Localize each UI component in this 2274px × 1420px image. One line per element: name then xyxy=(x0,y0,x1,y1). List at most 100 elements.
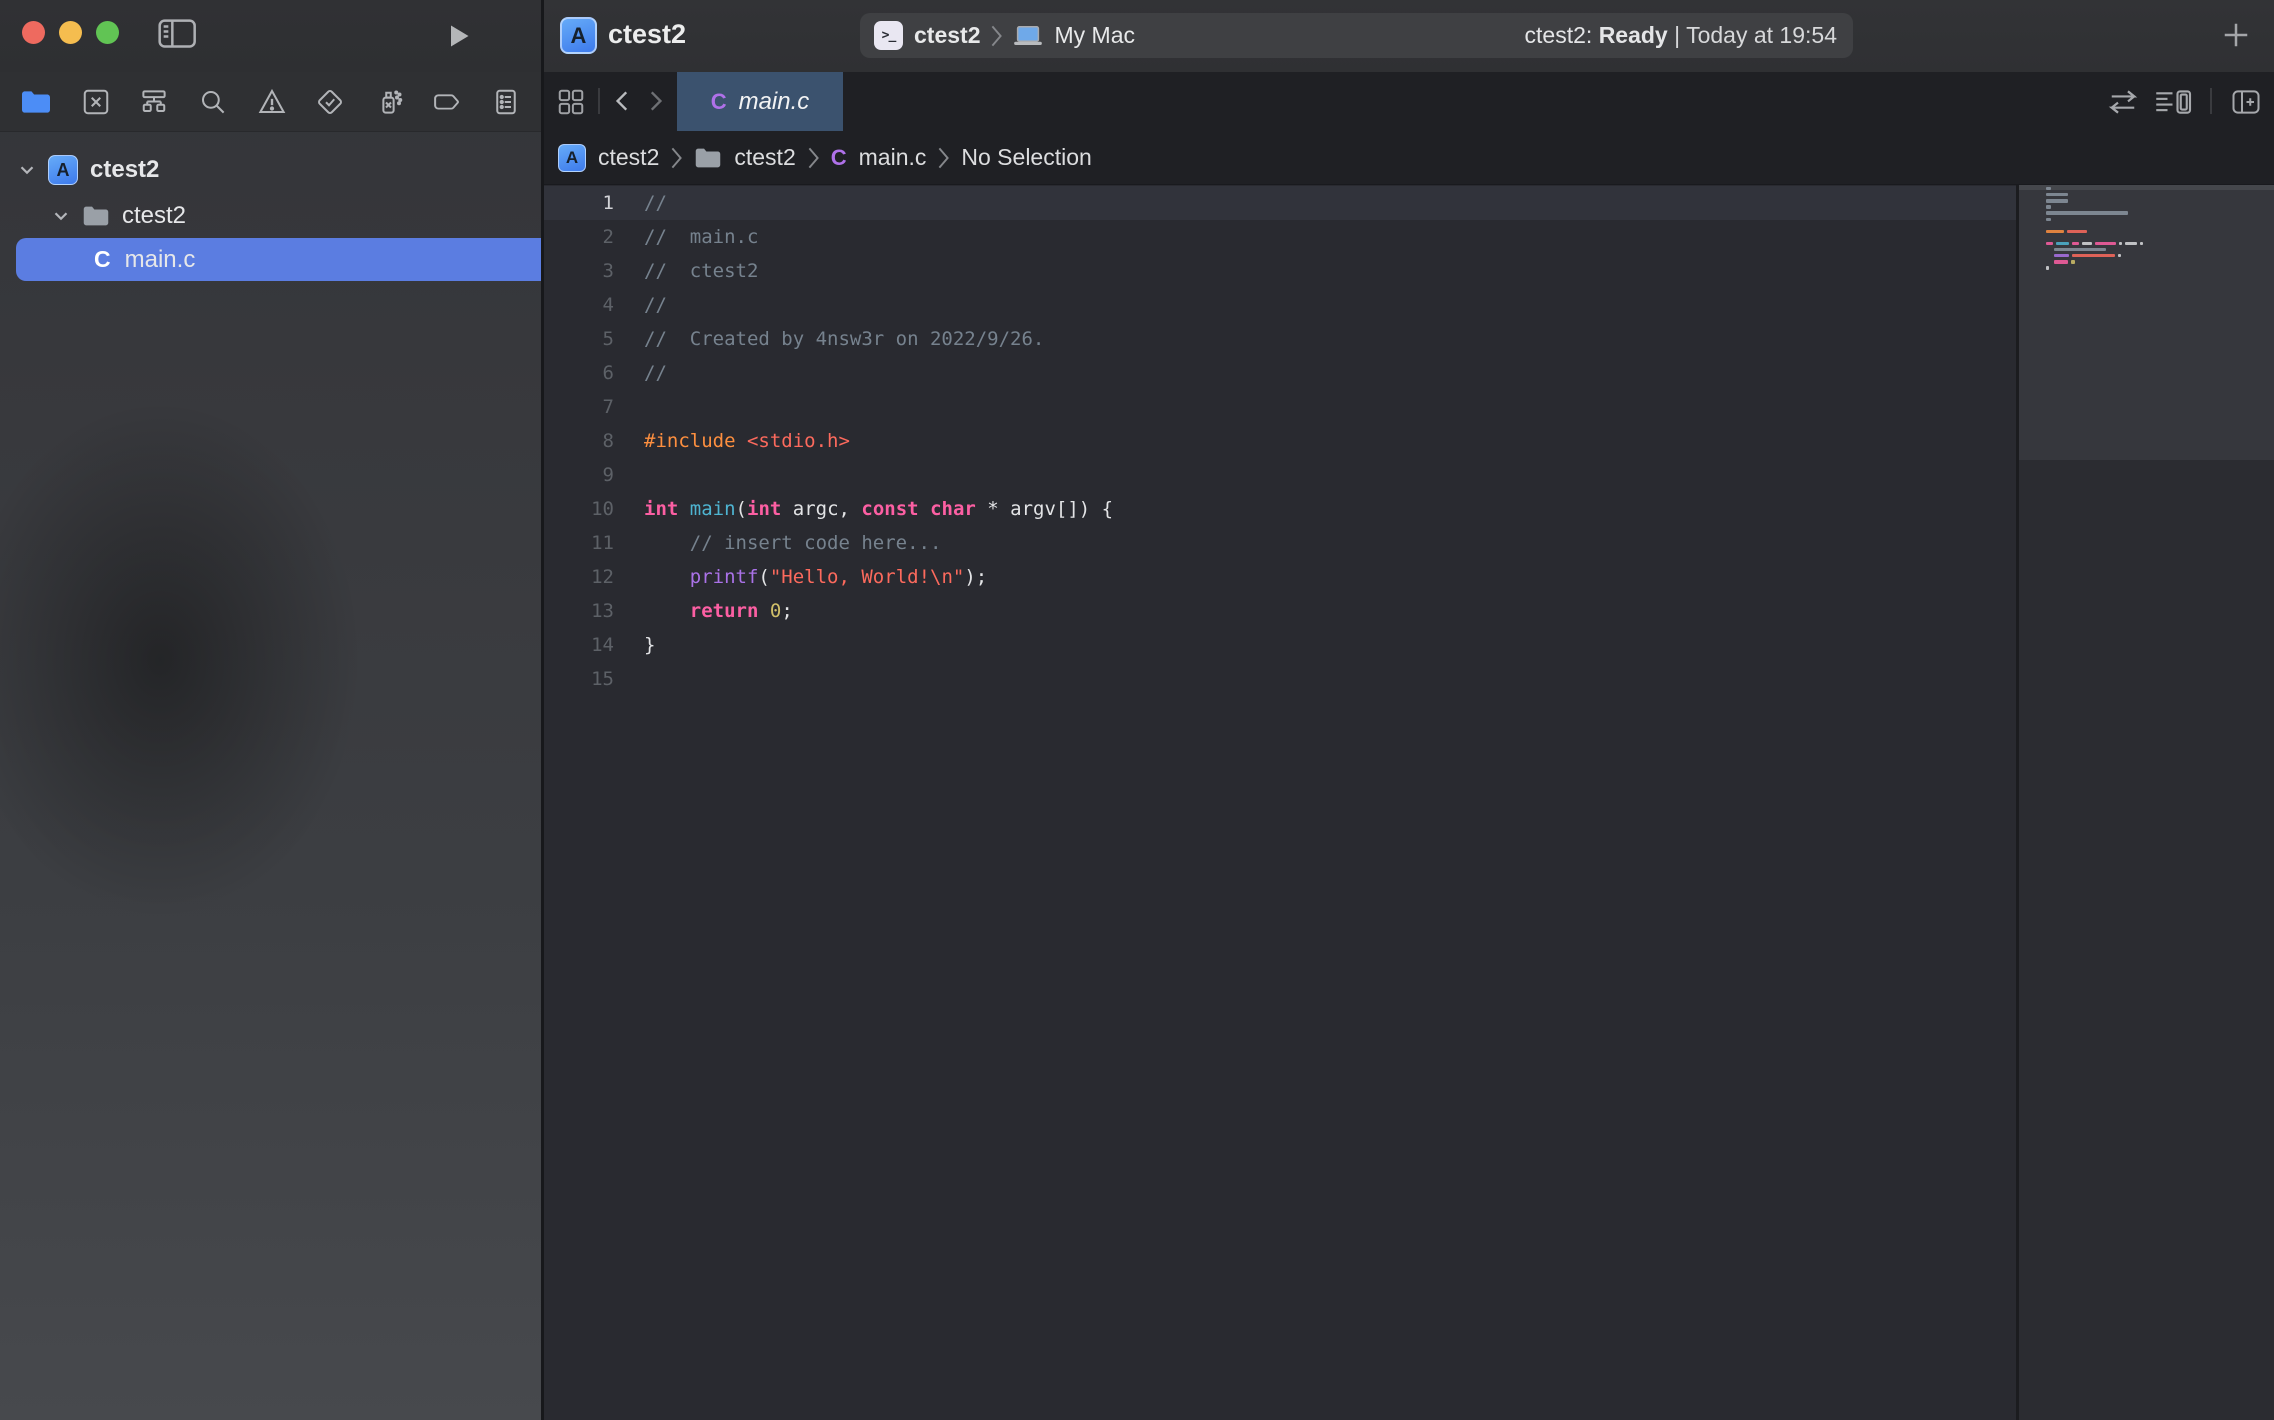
code-text: return 0; xyxy=(644,594,793,628)
tree-row-ctest2[interactable]: ctest2 xyxy=(50,196,533,236)
project-file-tree: Actest2ctest2Cmain.c xyxy=(0,132,541,1420)
code-line-15[interactable]: 15 xyxy=(544,662,2016,696)
navigator-tab-tests[interactable] xyxy=(315,85,345,119)
minimap-segment xyxy=(2046,199,2068,202)
c-file-icon: C xyxy=(831,145,847,171)
source-editor[interactable]: 1//2// main.c3// ctest24//5 // Created by… xyxy=(544,185,2016,1420)
navigator-tab-issues[interactable] xyxy=(257,85,287,119)
go-back-button[interactable] xyxy=(610,87,636,115)
tab-main-c[interactable]: C main.c xyxy=(677,72,843,131)
tree-item-label: ctest2 xyxy=(90,156,159,184)
code-line-5[interactable]: 5 // Created by 4nsw3r on 2022/9/26. xyxy=(544,322,2016,356)
code-text: // insert code here... xyxy=(644,526,941,560)
tree-row-main-c[interactable]: Cmain.c xyxy=(16,238,568,281)
minimap[interactable] xyxy=(2019,185,2274,1420)
jump-bar: Actest2ctest2Cmain.cNo Selection xyxy=(544,131,2274,185)
navigator-tab-source-control[interactable] xyxy=(81,85,111,119)
code-line-14[interactable]: 14} xyxy=(544,628,2016,662)
minimap-segment xyxy=(2072,242,2079,245)
xcode-project-icon: A xyxy=(560,17,597,54)
tab-overview-grid-icon[interactable] xyxy=(556,87,586,117)
line-number: 5 xyxy=(544,322,614,356)
zoom-window-button[interactable] xyxy=(96,21,119,44)
navigator-tab-project[interactable] xyxy=(20,85,52,119)
code-line-3[interactable]: 3// ctest2 xyxy=(544,254,2016,288)
editor-options-icon[interactable] xyxy=(2152,87,2198,117)
x-square-icon xyxy=(81,87,111,117)
jumpbar-item-ctest2[interactable]: ctest2 xyxy=(694,144,795,171)
chevron-right-icon xyxy=(808,147,819,169)
chevron-right-icon xyxy=(991,25,1002,47)
code-line-9[interactable]: 9 xyxy=(544,458,2016,492)
minimize-window-button[interactable] xyxy=(59,21,82,44)
navigator-tab-symbols[interactable] xyxy=(139,85,169,119)
navigator-tab-reports[interactable] xyxy=(491,85,521,119)
code-review-icon[interactable] xyxy=(2108,88,2138,116)
code-line-13[interactable]: 13 return 0; xyxy=(544,594,2016,628)
diamond-check-icon xyxy=(315,87,345,117)
folder-icon xyxy=(20,88,52,116)
disclosure-chevron-icon[interactable] xyxy=(50,205,72,227)
minimap-segment xyxy=(2046,218,2051,221)
code-line-7[interactable]: 7 xyxy=(544,390,2016,424)
main-area: A ctest2 >_ ctest2 My Mac ctest2: xyxy=(544,0,2274,1420)
line-number: 7 xyxy=(544,390,614,424)
code-text: // xyxy=(644,356,667,390)
code-line-1[interactable]: 1// xyxy=(544,186,2016,220)
add-editor-icon[interactable] xyxy=(2230,87,2262,117)
window-title: ctest2 xyxy=(608,19,686,50)
navigator-tab-breakpoints[interactable] xyxy=(432,85,462,119)
code-line-10[interactable]: 10int main(int argc, const char * argv[]… xyxy=(544,492,2016,526)
line-number: 6 xyxy=(544,356,614,390)
code-line-8[interactable]: 8#include <stdio.h> xyxy=(544,424,2016,458)
navigator-tab-find[interactable] xyxy=(198,85,228,119)
minimap-segment xyxy=(2072,254,2115,257)
code-line-6[interactable]: 6 // xyxy=(544,356,2016,390)
chevron-right-icon xyxy=(671,147,682,169)
scheme-terminal-icon[interactable]: >_ xyxy=(874,21,903,50)
code-text: // Created by 4nsw3r on 2022/9/26. xyxy=(644,322,1044,356)
disclosure-chevron-icon[interactable] xyxy=(16,159,38,181)
destination-laptop-icon[interactable] xyxy=(1013,24,1043,48)
line-number: 9 xyxy=(544,458,614,492)
minimap-segment xyxy=(2056,242,2069,245)
sidebar-titlebar xyxy=(0,0,541,73)
run-button[interactable] xyxy=(444,21,472,51)
folder-icon xyxy=(694,146,722,170)
jumpbar-item-main-c[interactable]: Cmain.c xyxy=(831,144,927,171)
jumpbar-label: ctest2 xyxy=(598,144,659,171)
minimap-segment xyxy=(2054,260,2068,263)
library-plus-button[interactable] xyxy=(2221,20,2251,50)
minimap-segment xyxy=(2071,260,2075,263)
jumpbar-item-ctest2[interactable]: Actest2 xyxy=(558,144,659,172)
code-text: } xyxy=(644,628,655,662)
hierarchy-icon xyxy=(139,87,169,117)
navigator-tab-bar xyxy=(0,72,541,132)
line-number: 10 xyxy=(544,492,614,526)
sidebar-toggle-icon[interactable] xyxy=(158,18,198,50)
line-number: 14 xyxy=(544,628,614,662)
go-forward-button[interactable] xyxy=(642,87,668,115)
minimap-segment xyxy=(2082,242,2092,245)
navigator-sidebar: Actest2ctest2Cmain.c xyxy=(0,0,541,1420)
scheme-name[interactable]: ctest2 xyxy=(914,22,980,49)
code-line-4[interactable]: 4// xyxy=(544,288,2016,322)
close-window-button[interactable] xyxy=(22,21,45,44)
c-file-icon: C xyxy=(711,89,727,115)
scheme-destination[interactable]: My Mac xyxy=(1054,22,1135,49)
tree-row-ctest2[interactable]: Actest2 xyxy=(16,150,533,190)
code-text: // main.c xyxy=(644,220,758,254)
code-line-12[interactable]: 12 printf("Hello, World!\n"); xyxy=(544,560,2016,594)
spray-icon xyxy=(374,87,404,117)
code-line-2[interactable]: 2// main.c xyxy=(544,220,2016,254)
navigator-tab-debug[interactable] xyxy=(374,85,404,119)
editor-tab-bar: C main.c xyxy=(544,72,2274,132)
jumpbar-item-no-selection[interactable]: No Selection xyxy=(961,144,1091,171)
chevron-right-icon xyxy=(938,147,949,169)
activity-status[interactable]: ctest2: Ready | Today at 19:54 xyxy=(1525,22,1839,49)
code-line-11[interactable]: 11 // insert code here... xyxy=(544,526,2016,560)
minimap-segment xyxy=(2140,242,2143,245)
line-number: 8 xyxy=(544,424,614,458)
minimap-segment xyxy=(2046,187,2051,190)
folder-icon xyxy=(82,204,110,228)
